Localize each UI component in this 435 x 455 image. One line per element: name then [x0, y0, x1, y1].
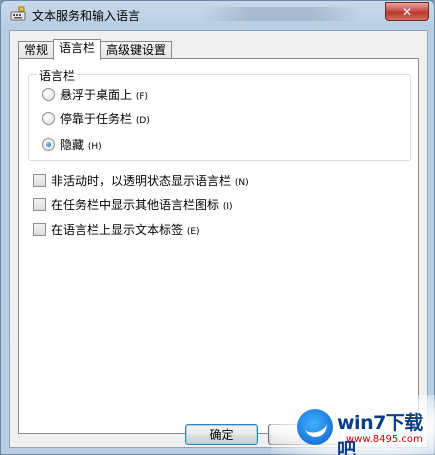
radio-float-desktop[interactable]: 悬浮于桌面上 (F)	[42, 86, 148, 103]
radio-label: 隐藏	[60, 138, 85, 152]
hotkey-hint: (E)	[186, 227, 200, 237]
checkbox-transparent-inactive[interactable]: 非活动时，以透明状态显示语言栏 (N)	[33, 172, 249, 189]
watermark-site-name: win7下载吧	[337, 412, 423, 455]
hotkey-hint: (H)	[87, 142, 102, 152]
language-bar-panel: 语言栏 悬浮于桌面上 (F) 停靠于任务栏 (D) 隐藏 (H) 非活动时，以透…	[18, 58, 419, 434]
radio-button-selected[interactable]	[42, 138, 55, 151]
checkbox[interactable]	[33, 223, 46, 236]
watermark-logo-icon	[297, 409, 333, 445]
checkbox-label: 在任务栏中显示其他语言栏图标	[51, 198, 220, 212]
hotkey-hint: (I)	[222, 202, 233, 212]
radio-hidden[interactable]: 隐藏 (H)	[42, 136, 102, 153]
tab-language-bar[interactable]: 语言栏	[53, 39, 102, 60]
radio-button[interactable]	[42, 88, 55, 101]
checkbox-show-other-icons[interactable]: 在任务栏中显示其他语言栏图标 (I)	[33, 196, 233, 213]
radio-button[interactable]	[42, 112, 55, 125]
checkbox-show-text-labels[interactable]: 在语言栏上显示文本标签 (E)	[33, 221, 200, 238]
groupbox-label: 语言栏	[37, 67, 78, 84]
watermark-url: www.8495.com	[346, 434, 423, 445]
checkbox-label: 非活动时，以透明状态显示语言栏	[51, 174, 232, 188]
hotkey-hint: (D)	[135, 116, 150, 126]
radio-dock-taskbar[interactable]: 停靠于任务栏 (D)	[42, 110, 150, 127]
checkbox[interactable]	[33, 198, 46, 211]
text-services-icon	[10, 6, 26, 21]
hotkey-hint: (N)	[234, 178, 249, 188]
checkbox-label: 在语言栏上显示文本标签	[51, 223, 184, 237]
title-bar[interactable]: 文本服务和输入语言 ✕	[1, 1, 434, 28]
blurred-region	[201, 7, 361, 21]
dialog-window: 文本服务和输入语言 ✕ 常规 语言栏 高级键设置 语言栏 悬浮于桌面上 (F) …	[0, 0, 435, 455]
radio-label: 停靠于任务栏	[60, 112, 133, 126]
checkbox[interactable]	[33, 174, 46, 187]
close-button[interactable]: ✕	[385, 2, 429, 21]
tab-strip: 常规 语言栏 高级键设置	[18, 39, 173, 60]
ok-button[interactable]: 确定	[185, 424, 258, 445]
window-title: 文本服务和输入语言	[32, 9, 141, 23]
hotkey-hint: (F)	[135, 92, 149, 102]
language-bar-groupbox: 语言栏 悬浮于桌面上 (F) 停靠于任务栏 (D) 隐藏 (H)	[28, 67, 411, 161]
dialog-client-area: 常规 语言栏 高级键设置 语言栏 悬浮于桌面上 (F) 停靠于任务栏 (D) 隐…	[9, 30, 428, 448]
radio-label: 悬浮于桌面上	[60, 88, 133, 102]
